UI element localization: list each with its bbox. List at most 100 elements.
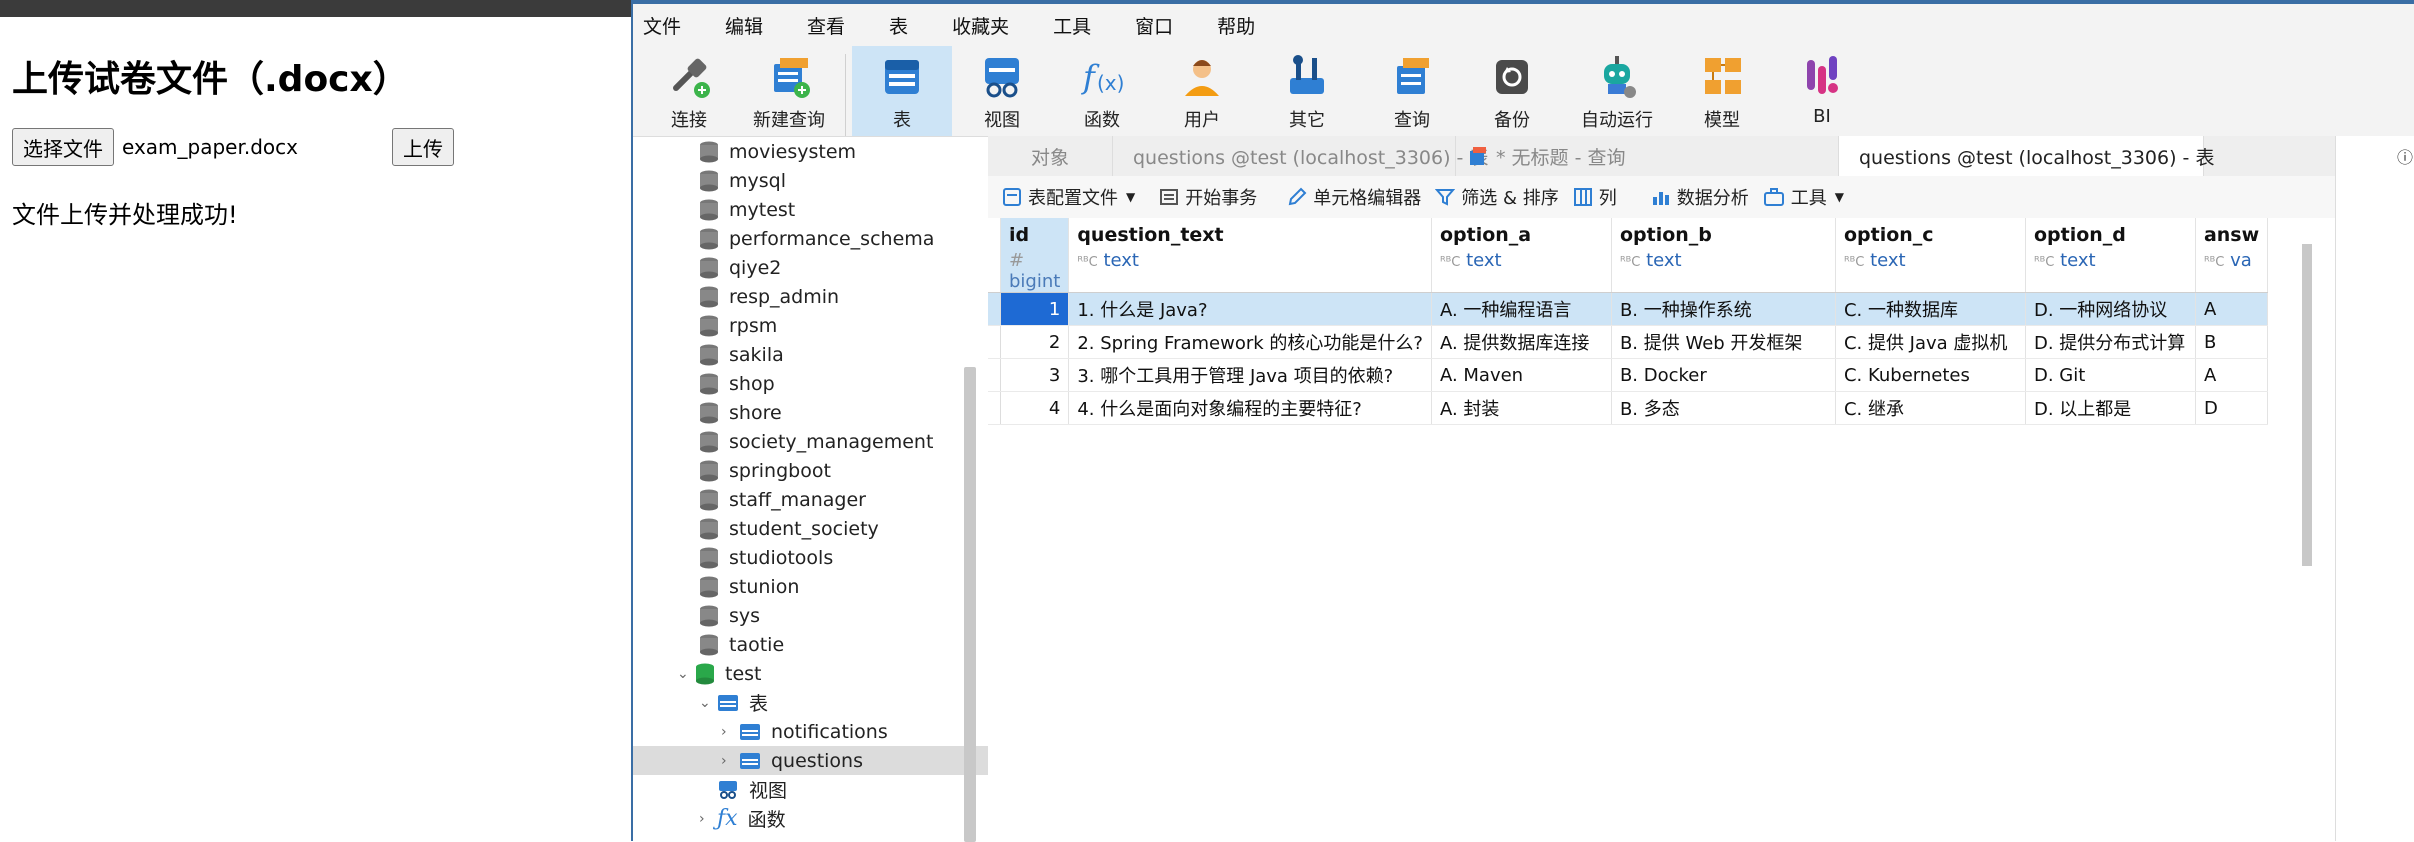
chevron-right-icon[interactable]: ›: [721, 753, 739, 769]
table-cell[interactable]: 1: [1000, 292, 1070, 326]
tree-database-springboot[interactable]: springboot: [633, 456, 988, 485]
menu-help[interactable]: 帮助: [1217, 12, 1255, 39]
tree-table-questions[interactable]: › questions: [633, 746, 988, 775]
table-cell[interactable]: C. Kubernetes: [1835, 358, 2026, 392]
tree-database-qiye2[interactable]: qiye2: [633, 253, 988, 282]
menu-file[interactable]: 文件: [643, 12, 681, 39]
tree-database-taotie[interactable]: taotie: [633, 630, 988, 659]
table-cell[interactable]: 4: [1000, 391, 1070, 425]
tree-database-sys[interactable]: sys: [633, 601, 988, 630]
table-row[interactable]: 2 2. Spring Framework 的核心功能是什么? A. 提供数据库连接…: [988, 325, 2269, 359]
tree-database-mysql[interactable]: mysql: [633, 166, 988, 195]
tree-database-mytest[interactable]: mytest: [633, 195, 988, 224]
table-cell[interactable]: D. 提供分布式计算: [2025, 325, 2196, 359]
table-cell[interactable]: C. 继承: [1835, 391, 2026, 425]
tree-folder-tables[interactable]: ⌄ 表: [633, 688, 988, 717]
table-cell[interactable]: A: [2195, 358, 2269, 392]
columns-button[interactable]: 列: [1573, 184, 1617, 210]
query-button[interactable]: 查询: [1362, 46, 1462, 142]
view-button[interactable]: 视图: [952, 46, 1052, 142]
table-cell[interactable]: 3: [1000, 358, 1070, 392]
vertical-scrollbar[interactable]: [2302, 244, 2312, 566]
begin-transaction-button[interactable]: 开始事务: [1159, 184, 1257, 210]
table-cell[interactable]: 4. 什么是面向对象编程的主要特征?: [1068, 391, 1432, 425]
tab-untitled-query[interactable]: * 无标题 - 查询: [1456, 136, 1839, 176]
table-cell[interactable]: 2: [1000, 325, 1070, 359]
chevron-down-icon[interactable]: ⌄: [677, 666, 695, 682]
tools-dropdown-button[interactable]: 工具 ▼: [1763, 184, 1844, 210]
choose-file-button[interactable]: 选择文件: [12, 128, 114, 166]
tab-questions-table[interactable]: questions @test (localhost_3306) - 表: [1113, 136, 1488, 176]
table-cell[interactable]: B. 提供 Web 开发框架: [1611, 325, 1836, 359]
table-cell[interactable]: D: [2195, 391, 2269, 425]
tree-database-studiotools[interactable]: studiotools: [633, 543, 988, 572]
connection-button[interactable]: 连接: [639, 46, 739, 142]
table-config-button[interactable]: 表配置文件 ▼: [1002, 184, 1135, 210]
table-row[interactable]: 4 4. 什么是面向对象编程的主要特征? A. 封装 B. 多态 C. 继承 D. 以上都…: [988, 391, 2269, 425]
table-row[interactable]: 3 3. 哪个工具用于管理 Java 项目的依赖? A. Maven B. Docke…: [988, 358, 2269, 392]
table-cell[interactable]: A. 一种编程语言: [1431, 292, 1612, 326]
tree-database-resp_admin[interactable]: resp_admin: [633, 282, 988, 311]
tree-database-rpsm[interactable]: rpsm: [633, 311, 988, 340]
table-cell[interactable]: D. Git: [2025, 358, 2196, 392]
automation-button[interactable]: 自动运行: [1562, 46, 1672, 142]
tree-database-moviesystem[interactable]: moviesystem: [633, 137, 988, 166]
tab-questions-table-active[interactable]: questions @test (localhost_3306) - 表: [1839, 136, 2214, 176]
table-cell[interactable]: B. 一种操作系统: [1611, 292, 1836, 326]
other-button[interactable]: 其它: [1252, 46, 1362, 142]
tree-database-staff_manager[interactable]: staff_manager: [633, 485, 988, 514]
chevron-down-icon[interactable]: ⌄: [699, 695, 717, 711]
menu-favorites[interactable]: 收藏夹: [952, 12, 1009, 39]
tree-database-sakila[interactable]: sakila: [633, 340, 988, 369]
chevron-right-icon[interactable]: ›: [721, 724, 739, 740]
tree-scrollbar[interactable]: [964, 367, 976, 842]
column-header-option-c[interactable]: option_c ᴿᴮC text: [1835, 218, 2026, 293]
table-cell[interactable]: B: [2195, 325, 2269, 359]
column-header-option-d[interactable]: option_d ᴿᴮC text: [2025, 218, 2196, 293]
table-cell[interactable]: A. 提供数据库连接: [1431, 325, 1612, 359]
table-cell[interactable]: C. 提供 Java 虚拟机: [1835, 325, 2026, 359]
tree-folder-functions[interactable]: › ƒx 函数: [633, 804, 988, 833]
filter-sort-button[interactable]: 筛选 & 排序: [1435, 184, 1559, 210]
chevron-right-icon[interactable]: ›: [699, 811, 717, 827]
new-query-button[interactable]: 新建查询: [739, 46, 839, 142]
table-cell[interactable]: A. Maven: [1431, 358, 1612, 392]
row-header[interactable]: [988, 292, 1001, 326]
tree-database-shop[interactable]: shop: [633, 369, 988, 398]
column-header-option-b[interactable]: option_b ᴿᴮC text: [1611, 218, 1836, 293]
table-cell[interactable]: A. 封装: [1431, 391, 1612, 425]
table-cell[interactable]: D. 以上都是: [2025, 391, 2196, 425]
menu-view[interactable]: 查看: [807, 12, 845, 39]
menu-edit[interactable]: 编辑: [725, 12, 763, 39]
table-cell[interactable]: 3. 哪个工具用于管理 Java 项目的依赖?: [1068, 358, 1432, 392]
tree-database-student_society[interactable]: student_society: [633, 514, 988, 543]
upload-button[interactable]: 上传: [392, 128, 454, 166]
table-cell[interactable]: B. Docker: [1611, 358, 1836, 392]
tree-folder-views[interactable]: 视图: [633, 775, 988, 804]
bi-button[interactable]: BI: [1772, 46, 1872, 142]
user-button[interactable]: 用户: [1152, 46, 1252, 142]
table-cell[interactable]: 1. 什么是 Java?: [1068, 292, 1432, 326]
info-icon[interactable]: ⓘ: [2397, 144, 2413, 168]
table-row[interactable]: 1 1. 什么是 Java? A. 一种编程语言 B. 一种操作系统 C. 一种数据库 D…: [988, 292, 2269, 326]
tree-database-society_management[interactable]: society_management: [633, 427, 988, 456]
tab-objects[interactable]: 对象: [988, 136, 1113, 176]
backup-button[interactable]: 备份: [1462, 46, 1562, 142]
column-header-option-a[interactable]: option_a ᴿᴮC text: [1431, 218, 1612, 293]
menu-tools[interactable]: 工具: [1053, 12, 1091, 39]
tree-database-test[interactable]: ⌄ test: [633, 659, 988, 688]
tree-database-stunion[interactable]: stunion: [633, 572, 988, 601]
table-cell[interactable]: 2. Spring Framework 的核心功能是什么?: [1068, 325, 1432, 359]
menu-window[interactable]: 窗口: [1135, 12, 1173, 39]
model-button[interactable]: 模型: [1672, 46, 1772, 142]
table-cell[interactable]: A: [2195, 292, 2269, 326]
row-header[interactable]: [988, 391, 1001, 425]
column-header-id[interactable]: id # bigint: [1000, 218, 1070, 293]
row-header[interactable]: [988, 358, 1001, 392]
tree-database-shore[interactable]: shore: [633, 398, 988, 427]
table-cell[interactable]: C. 一种数据库: [1835, 292, 2026, 326]
row-header[interactable]: [988, 325, 1001, 359]
table-button[interactable]: 表: [852, 46, 952, 142]
column-header-question-text[interactable]: question_text ᴿᴮC text: [1068, 218, 1432, 293]
tree-table-notifications[interactable]: › notifications: [633, 717, 988, 746]
